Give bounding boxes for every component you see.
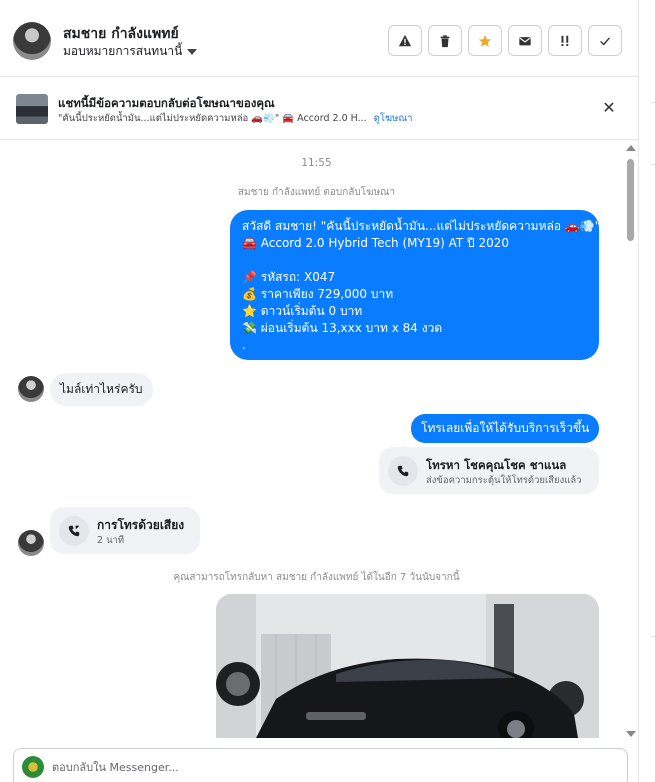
thread-scrollbar[interactable] — [625, 145, 637, 737]
missed-call-icon — [59, 516, 89, 546]
star-icon — [478, 34, 492, 47]
ad-message-line: 💰 ราคาเพียง 729,000 บาท — [242, 287, 394, 301]
ad-message-line: 🚘 Accord 2.0 Hybrid Tech (MY19) AT ปี 20… — [242, 236, 509, 250]
ad-message-line: 💸 ผ่อนเริ่มต้น 13,xxx บาท x 84 งวด — [242, 321, 443, 335]
conversation-header: สมชาย กำลังแพทย์ มอบหมายการสนทนานี้ — [0, 0, 638, 77]
ad-message-line: สวัสดี สมชาย! "คันนี้ประหยัดน้ำมัน...แต่… — [242, 219, 601, 233]
assign-label: มอบหมายการสนทนานี้ — [63, 44, 183, 58]
star-button[interactable] — [468, 25, 502, 56]
caret-down-icon — [187, 48, 198, 55]
ad-message-line: ⭐ ดาวน์เริ่มต้น 0 บาท — [242, 304, 363, 318]
envelope-icon — [519, 36, 531, 45]
close-icon[interactable]: ✕ — [600, 98, 618, 117]
ad-banner-preview: "คันนี้ประหยัดน้ำมัน...แต่ไม่ประหยัดความ… — [58, 113, 367, 124]
ad-reply-note: สมชาย กำลังแพทย์ ตอบกลับโฆษณา — [237, 187, 396, 198]
ad-message-line: . — [242, 338, 246, 352]
outgoing-cta-text: โทรเลยเพื่อให้ได้รับบริการเร็วขึ้น — [421, 421, 590, 435]
incoming-message-bubble[interactable]: ไมล์เท่าไหร่ครับ — [50, 373, 153, 406]
callback-note: คุณสามารถโทรกลับหา สมชาย กำลังแพทย์ ได้ใ… — [173, 572, 460, 583]
contact-avatar-small[interactable] — [18, 530, 44, 556]
ad-banner-subtitle: "คันนี้ประหยัดน้ำมัน...แต่ไม่ประหยัดความ… — [58, 111, 412, 126]
conversation-panel: สมชาย กำลังแพทย์ มอบหมายการสนทนานี้ แชทน… — [0, 0, 655, 782]
view-ad-link[interactable]: ดูโฆษณา — [374, 113, 413, 124]
phone-icon — [388, 456, 418, 486]
contact-avatar-small[interactable] — [18, 376, 44, 402]
mark-urgent-button[interactable] — [548, 25, 582, 56]
voice-call-duration: 2 นาที — [97, 535, 125, 546]
side-panel-edge — [638, 0, 655, 782]
page-avatar — [22, 756, 44, 778]
delete-button[interactable] — [428, 25, 462, 56]
car-photo-illustration — [216, 594, 599, 738]
warning-icon — [398, 34, 412, 46]
checkmark-icon — [600, 36, 610, 46]
voice-call-card[interactable]: การโทรด้วยเสียง 2 นาที — [50, 507, 200, 554]
outgoing-cta-bubble[interactable]: โทรเลยเพื่อให้ได้รับบริการเร็วขึ้น — [411, 414, 600, 443]
email-button[interactable] — [508, 25, 542, 56]
car-photo[interactable] — [216, 594, 599, 738]
reply-input[interactable] — [52, 757, 612, 777]
done-button[interactable] — [588, 25, 622, 56]
header-actions — [388, 25, 622, 56]
contact-avatar[interactable] — [13, 22, 51, 60]
call-prompt-card[interactable]: โทรหา โชคคุณโชค ชาแนล ส่งข้อความกระตุ้นใ… — [379, 447, 599, 494]
ad-message-line: 📌 รหัสรถ: X047 — [242, 270, 336, 284]
panel-divider — [651, 164, 655, 165]
timestamp-divider: 11:55 — [301, 157, 332, 169]
assign-conversation-dropdown[interactable]: มอบหมายการสนทนานี้ — [63, 42, 198, 61]
scroll-up-icon[interactable] — [626, 145, 636, 151]
scroll-thumb[interactable] — [627, 159, 634, 241]
ad-thumbnail[interactable] — [16, 94, 48, 124]
ad-message-bubble[interactable]: สวัสดี สมชาย! "คันนี้ประหยัดน้ำมัน...แต่… — [230, 210, 601, 360]
ad-message-line — [242, 252, 587, 269]
call-prompt-subtitle: ส่งข้อความกระตุ้นให้โทรด้วยเสียงแล้ว — [426, 475, 582, 486]
scroll-down-icon[interactable] — [626, 731, 636, 737]
panel-divider — [651, 102, 655, 103]
incoming-message-text: ไมล์เท่าไหร่ครับ — [60, 382, 143, 396]
trash-icon — [440, 34, 450, 47]
report-button[interactable] — [388, 25, 422, 56]
double-exclamation-icon — [561, 35, 569, 46]
panel-divider — [651, 636, 655, 637]
message-composer — [13, 748, 628, 782]
